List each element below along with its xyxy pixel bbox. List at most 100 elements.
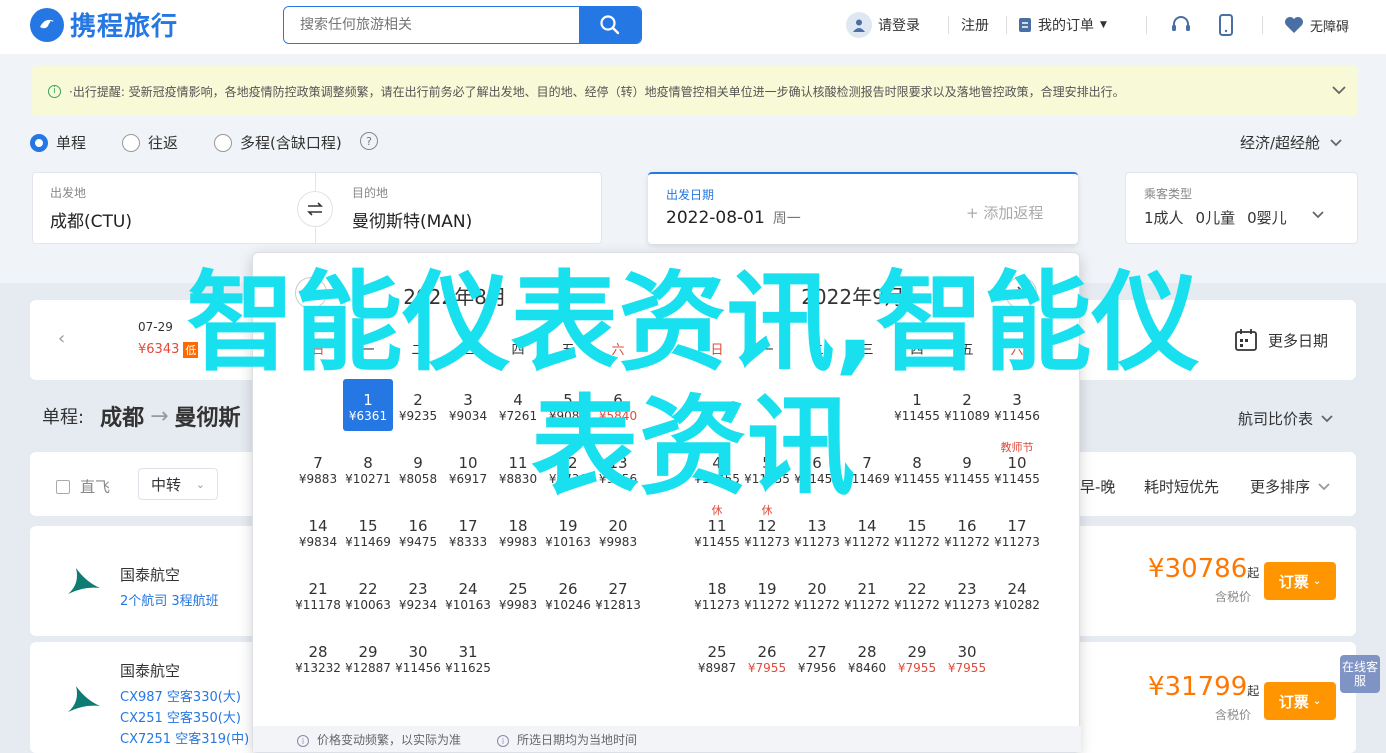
calendar-day[interactable]: 9 ¥11455 (942, 442, 992, 494)
calendar-day[interactable]: 28 ¥13232 (293, 631, 343, 683)
calendar-day[interactable]: 8 ¥11455 (892, 442, 942, 494)
calendar-day[interactable]: 3 ¥9034 (443, 379, 493, 431)
calendar-day[interactable]: 16 ¥9475 (393, 505, 443, 557)
sort-shortest[interactable]: 耗时短优先 (1144, 476, 1219, 497)
sort-departure-time[interactable]: 早-晚 (1080, 476, 1115, 497)
calendar-day[interactable]: 12 ¥8736 (543, 442, 593, 494)
calendar-day[interactable]: 9 ¥8058 (393, 442, 443, 494)
calendar-day[interactable]: 17 ¥11273 (992, 505, 1042, 557)
calendar-day[interactable]: 21 ¥11178 (293, 568, 343, 620)
calendar-day[interactable]: 23 ¥9234 (393, 568, 443, 620)
strip-price[interactable]: ¥6343 低 (138, 342, 199, 358)
calendar-day[interactable]: 24 ¥10282 (992, 568, 1042, 620)
calendar-day[interactable]: 4 ¥7261 (493, 379, 543, 431)
calendar-day[interactable]: 30 ¥11456 (393, 631, 443, 683)
my-orders-menu[interactable]: 我的订单 ▼ (1018, 12, 1107, 38)
calendar-day[interactable]: 13 ¥11273 (792, 505, 842, 557)
calendar-day[interactable]: 2 ¥11089 (942, 379, 992, 431)
airline-compare-toggle[interactable]: 航司比价表 (1238, 408, 1333, 429)
calendar-day[interactable]: 22 ¥10063 (343, 568, 393, 620)
calendar-day[interactable]: 7 ¥11469 (842, 442, 892, 494)
calendar-day[interactable]: 23 ¥11273 (942, 568, 992, 620)
calendar-day[interactable]: 26 ¥10246 (543, 568, 593, 620)
route-summary-link[interactable]: 2个航司 3程航班 (120, 590, 219, 609)
calendar-day[interactable]: 29 ¥7955 (892, 631, 942, 683)
calendar-day[interactable]: 26 ¥7955 (742, 631, 792, 683)
search-button[interactable] (579, 7, 641, 43)
calendar-day[interactable]: 25 ¥9983 (493, 568, 543, 620)
calendar-day[interactable]: 6 ¥5840 (593, 379, 643, 431)
flight-line[interactable]: CX7251 空客319(中) (120, 728, 249, 747)
calendar-day[interactable]: 27 ¥12813 (593, 568, 643, 620)
calendar-day[interactable]: 15 ¥11272 (892, 505, 942, 557)
calendar-day[interactable]: 14 ¥11272 (842, 505, 892, 557)
calendar-day[interactable]: 11 ¥8830 (493, 442, 543, 494)
prev-month-button[interactable] (295, 277, 327, 309)
help-icon[interactable]: ? (360, 132, 378, 150)
search-input[interactable] (284, 7, 579, 43)
calendar-day[interactable]: 4 ¥11455 (692, 442, 742, 494)
flight-line[interactable]: CX987 空客330(大) (120, 686, 241, 705)
calendar-day[interactable]: 5 ¥11455 (742, 442, 792, 494)
flight-line[interactable]: CX251 空客350(大) (120, 707, 241, 726)
calendar-day[interactable]: 10 ¥6917 (443, 442, 493, 494)
calendar-day[interactable]: 27 ¥7956 (792, 631, 842, 683)
customer-service-button[interactable] (1170, 12, 1192, 38)
departure-date-field[interactable]: 出发日期 2022-08-01 周一 + 添加返程 (648, 172, 1078, 244)
radio-one-way[interactable]: 单程 (30, 132, 86, 153)
login-link[interactable]: 请登录 (846, 12, 920, 38)
calendar-day[interactable]: 25 ¥8987 (692, 631, 742, 683)
calendar-day[interactable]: 19 ¥11272 (742, 568, 792, 620)
ctrip-logo[interactable]: 携程旅行 (30, 6, 178, 43)
chevron-down-icon[interactable] (1332, 80, 1346, 99)
next-month-button[interactable] (1005, 277, 1037, 309)
register-link[interactable]: 注册 (961, 12, 989, 38)
calendar-day[interactable]: 8 ¥10271 (343, 442, 393, 494)
online-service-button[interactable]: 在线客服 (1340, 655, 1380, 693)
calendar-day[interactable]: 13 ¥9156 (593, 442, 643, 494)
more-dates-button[interactable]: 更多日期 (1234, 328, 1328, 352)
radio-round-trip[interactable]: 往返 (122, 132, 178, 153)
book-button[interactable]: 订票 ⌄ (1264, 562, 1336, 600)
passenger-field[interactable]: 乘客类型 1成人 0儿童 0婴儿 (1125, 172, 1358, 244)
calendar-day[interactable]: 24 ¥10163 (443, 568, 493, 620)
accessibility-button[interactable]: 无障碍 (1284, 12, 1349, 38)
calendar-day[interactable]: 1 ¥11455 (892, 379, 942, 431)
mobile-app-button[interactable] (1219, 12, 1233, 38)
calendar-day[interactable]: 18 ¥9983 (493, 505, 543, 557)
calendar-day[interactable]: 休 11 ¥11455 (692, 505, 742, 557)
calendar-day[interactable]: 30 ¥7955 (942, 631, 992, 683)
chevron-left-icon[interactable]: ‹ (58, 328, 65, 349)
calendar-day[interactable]: 16 ¥11272 (942, 505, 992, 557)
transfer-filter[interactable]: 中转 ⌄ (138, 468, 218, 500)
calendar-day[interactable]: 7 ¥9883 (293, 442, 343, 494)
calendar-day[interactable]: 休 12 ¥11273 (742, 505, 792, 557)
calendar-day[interactable]: 5 ¥9083 (543, 379, 593, 431)
cabin-class-select[interactable]: 经济/超经舱 (1240, 132, 1342, 153)
calendar-day[interactable]: 6 ¥11455 (792, 442, 842, 494)
calendar-day[interactable]: 2 ¥9235 (393, 379, 443, 431)
radio-multi-city[interactable]: 多程(含缺口程) (214, 132, 342, 153)
calendar-day[interactable]: 19 ¥10163 (543, 505, 593, 557)
calendar-day[interactable]: 17 ¥8333 (443, 505, 493, 557)
calendar-day[interactable]: 3 ¥11456 (992, 379, 1042, 431)
to-field[interactable]: 目的地 曼彻斯特(MAN) (352, 184, 472, 232)
more-sort-menu[interactable]: 更多排序 (1250, 476, 1330, 497)
calendar-day[interactable]: 18 ¥11273 (692, 568, 742, 620)
calendar-day[interactable]: 22 ¥11272 (892, 568, 942, 620)
calendar-day[interactable]: 21 ¥11272 (842, 568, 892, 620)
from-field[interactable]: 出发地 成都(CTU) (50, 184, 132, 232)
calendar-day[interactable]: 31 ¥11625 (443, 631, 493, 683)
calendar-day[interactable]: 15 ¥11469 (343, 505, 393, 557)
calendar-day[interactable]: 14 ¥9834 (293, 505, 343, 557)
calendar-day[interactable]: 20 ¥9983 (593, 505, 643, 557)
calendar-day[interactable]: 1 ¥6361 (343, 379, 393, 431)
calendar-day[interactable]: 20 ¥11272 (792, 568, 842, 620)
add-return-button[interactable]: + 添加返程 (966, 202, 1043, 223)
book-button[interactable]: 订票 ⌄ (1264, 682, 1336, 720)
direct-filter[interactable]: 直飞 (56, 476, 110, 497)
calendar-day[interactable]: 教师节 10 ¥11455 (992, 442, 1042, 494)
swap-cities-button[interactable] (297, 191, 333, 227)
calendar-day[interactable]: 28 ¥8460 (842, 631, 892, 683)
calendar-day[interactable]: 29 ¥12887 (343, 631, 393, 683)
